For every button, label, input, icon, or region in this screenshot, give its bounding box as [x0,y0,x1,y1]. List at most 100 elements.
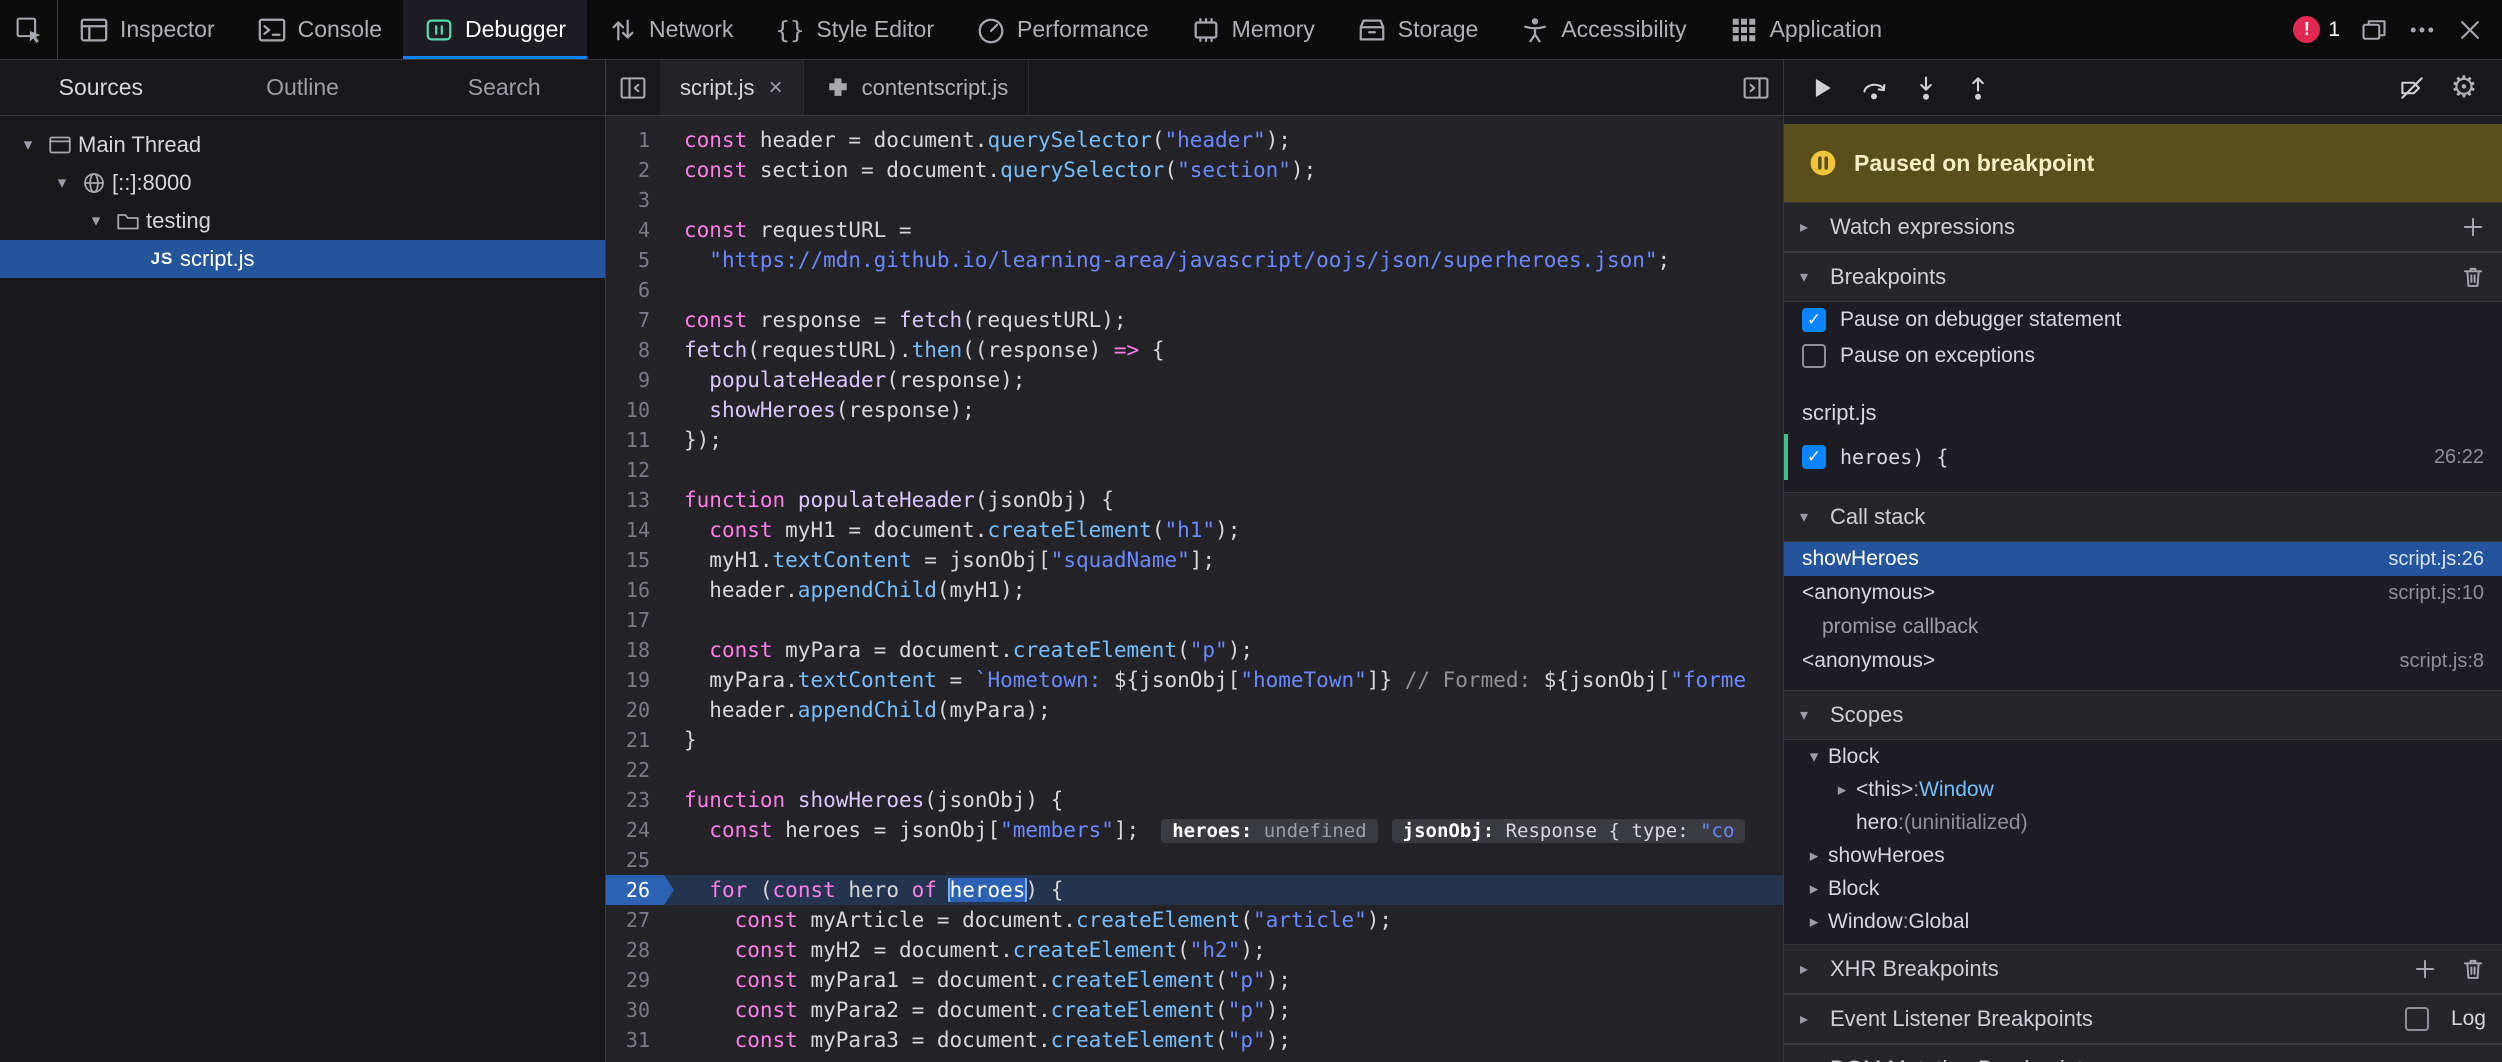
line-number[interactable]: 5 [606,245,664,275]
toolbox-tab-network[interactable]: Network [587,0,754,59]
toolbox-tab-memory[interactable]: Memory [1170,0,1336,59]
code-token [684,908,735,932]
line-number[interactable]: 31 [606,1025,664,1055]
stack-frame[interactable]: <anonymous>script.js:10 [1784,576,2502,610]
tab-sources[interactable]: Sources [0,60,202,115]
line-number[interactable]: 13 [606,485,664,515]
line-number[interactable]: 27 [606,905,664,935]
toolbox-tab-console[interactable]: Console [236,0,403,59]
twisty-icon[interactable]: ▾ [1800,747,1828,767]
scope-node[interactable]: hero: (uninitialized) [1784,806,2502,839]
toolbox-tab-debugger[interactable]: Debugger [403,0,587,59]
breakpoints-header[interactable]: ▾ Breakpoints [1784,252,2502,302]
tree-item--8000[interactable]: ▾[::]:8000 [0,164,605,202]
checkbox[interactable]: ✓ [1802,308,1826,332]
scope-node[interactable]: ▾Block [1784,740,2502,773]
resume-button[interactable] [1796,60,1848,116]
line-number[interactable]: 6 [606,275,664,305]
line-number[interactable]: 15 [606,545,664,575]
watch-expressions-header[interactable]: ▸ Watch expressions [1784,202,2502,252]
call-stack-header[interactable]: ▾ Call stack [1784,492,2502,542]
line-number[interactable]: 29 [606,965,664,995]
toolbox-tab-style-editor[interactable]: {}Style Editor [754,0,955,59]
editor-tab-script-js[interactable]: script.js× [660,60,804,115]
tree-item-main-thread[interactable]: ▾Main Thread [0,126,605,164]
line-number[interactable]: 30 [606,995,664,1025]
toolbox-tab-application[interactable]: Application [1708,0,1904,59]
debugger-settings-button[interactable]: ⚙ [2438,60,2490,116]
twisty-icon[interactable]: ▾ [82,211,110,231]
line-number[interactable]: 16 [606,575,664,605]
close-toolbox-icon[interactable] [2456,16,2484,44]
add-watch-expression-button[interactable] [2460,214,2486,240]
twisty-icon[interactable]: ▸ [1800,912,1828,932]
line-number[interactable]: 17 [606,605,664,635]
line-number[interactable]: 14 [606,515,664,545]
line-number[interactable]: 10 [606,395,664,425]
tab-outline[interactable]: Outline [202,60,404,115]
line-number[interactable]: 1 [606,125,664,155]
toolbox-tab-performance[interactable]: Performance [955,0,1170,59]
dom-mutation-breakpoints-header[interactable]: ▸ DOM Mutation Breakpoints [1784,1044,2502,1062]
twisty-icon[interactable]: ▸ [1828,780,1856,800]
twisty-icon[interactable]: ▾ [14,135,42,155]
dock-options-icon[interactable] [2360,16,2388,44]
line-number[interactable]: 7 [606,305,664,335]
line-number[interactable]: 2 [606,155,664,185]
scope-node[interactable]: ▸Block [1784,872,2502,905]
checkbox[interactable] [1802,344,1826,368]
remove-xhr-breakpoints-button[interactable] [2460,956,2486,982]
line-number[interactable]: 28 [606,935,664,965]
editor-tab-contentscript-js[interactable]: contentscript.js [804,60,1030,115]
line-number[interactable]: 18 [606,635,664,665]
pick-element-button[interactable] [0,0,58,59]
step-out-button[interactable] [1952,60,2004,116]
tree-item-script-js[interactable]: JSscript.js [0,240,605,278]
stack-frame[interactable]: showHeroesscript.js:26 [1784,542,2502,576]
twisty-icon[interactable]: ▸ [1800,879,1828,899]
twisty-icon[interactable]: ▸ [1800,846,1828,866]
line-number[interactable]: 8 [606,335,664,365]
scope-node[interactable]: ▸<this>: Window [1784,773,2502,806]
stack-frame[interactable]: <anonymous>script.js:8 [1784,644,2502,678]
remove-breakpoints-button[interactable] [2460,264,2486,290]
line-number[interactable]: 12 [606,455,664,485]
event-listener-breakpoints-header[interactable]: ▸ Event Listener Breakpoints Log [1784,994,2502,1044]
toolbox-tab-storage[interactable]: Storage [1336,0,1500,59]
expand-panes-button[interactable] [1729,60,1783,115]
twisty-icon[interactable]: ▾ [48,173,76,193]
step-in-button[interactable] [1900,60,1952,116]
line-number[interactable]: 23 [606,785,664,815]
log-event-listeners-checkbox[interactable] [2405,1007,2429,1031]
line-number[interactable]: 22 [606,755,664,785]
xhr-breakpoints-header[interactable]: ▸ XHR Breakpoints [1784,944,2502,994]
deactivate-breakpoints-button[interactable] [2386,60,2438,116]
line-number[interactable]: 11 [606,425,664,455]
scope-node[interactable]: ▸Window: Global [1784,905,2502,938]
line-number[interactable]: 19 [606,665,664,695]
breakpoint-entry[interactable]: ✓heroes) {26:22 [1784,434,2502,480]
tab-search[interactable]: Search [403,60,605,115]
meatball-menu-icon[interactable] [2408,16,2436,44]
scopes-header[interactable]: ▾ Scopes [1784,690,2502,740]
collapse-sources-panel-button[interactable] [606,60,660,115]
line-number[interactable]: 20 [606,695,664,725]
close-tab-icon[interactable]: × [769,76,783,100]
toolbox-tab-inspector[interactable]: Inspector [58,0,236,59]
error-count-badge[interactable]: ! 1 [2293,16,2340,43]
line-number[interactable]: 21 [606,725,664,755]
line-number[interactable]: 3 [606,185,664,215]
line-number[interactable]: 24 [606,815,664,845]
line-number[interactable]: 9 [606,365,664,395]
checkbox[interactable]: ✓ [1802,445,1826,469]
code-line-6: 6 [606,275,1783,305]
toolbox-tab-accessibility[interactable]: Accessibility [1499,0,1707,59]
line-number[interactable]: 26 [606,875,664,905]
add-xhr-breakpoint-button[interactable] [2412,956,2438,982]
tree-item-testing[interactable]: ▾testing [0,202,605,240]
line-number[interactable]: 4 [606,215,664,245]
line-number[interactable]: 25 [606,845,664,875]
scope-node[interactable]: ▸showHeroes [1784,839,2502,872]
step-over-button[interactable] [1848,60,1900,116]
stack-frame[interactable]: promise callback [1784,610,2502,644]
